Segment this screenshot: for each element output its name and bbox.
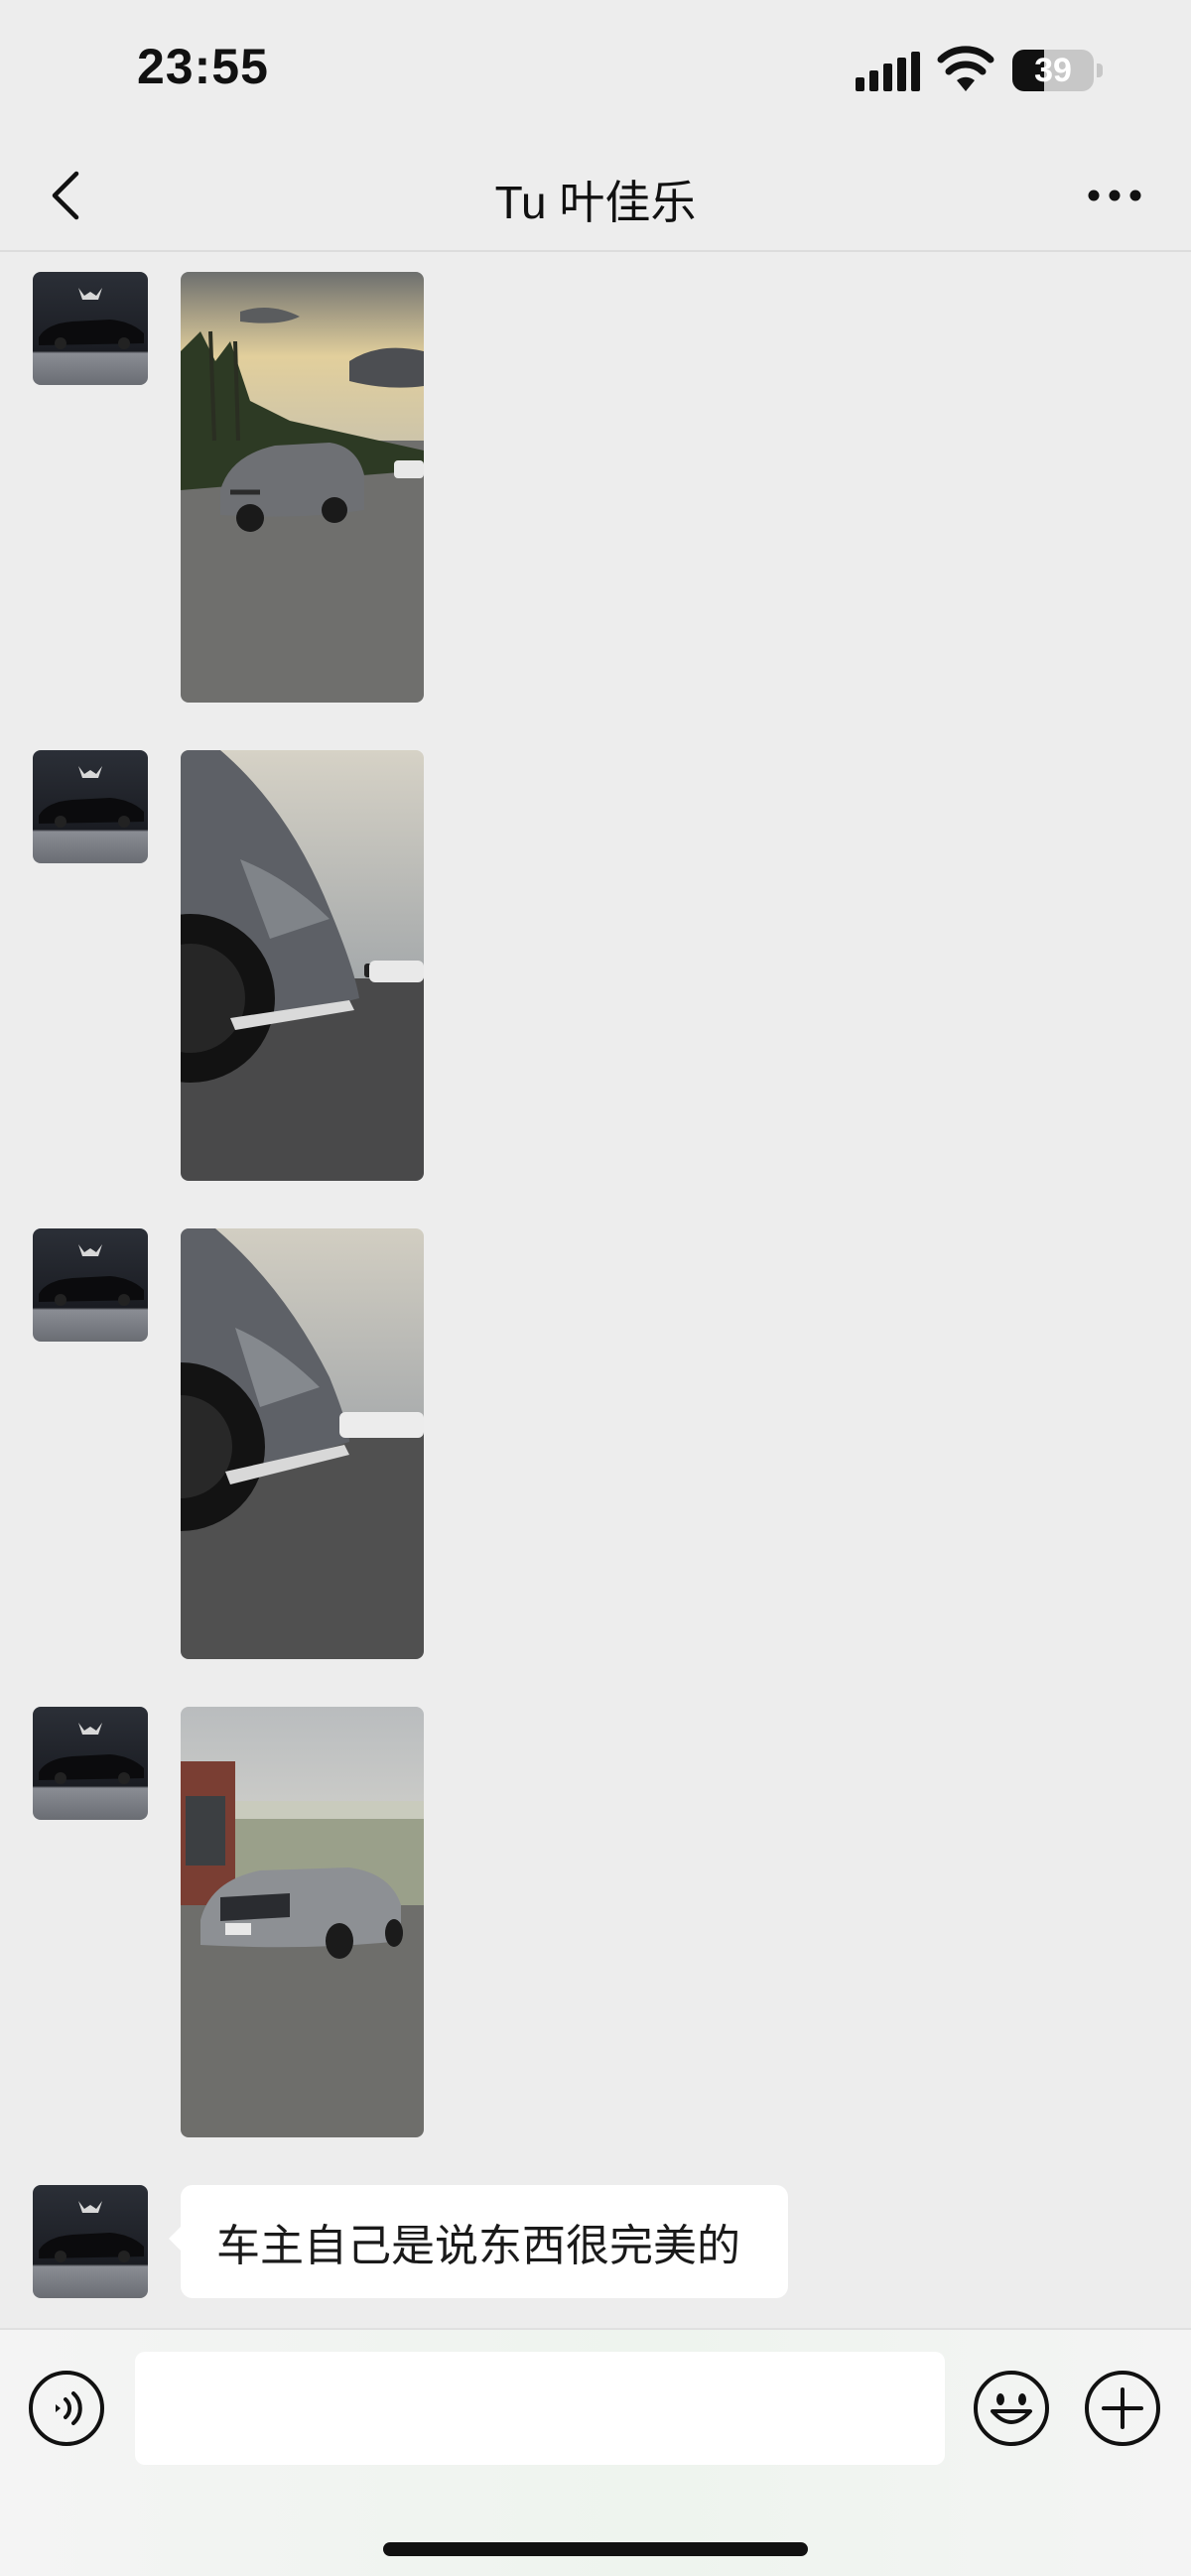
status-time: 23:55 [137,39,269,94]
signal-icon [856,52,920,91]
voice-icon[interactable] [28,2370,105,2447]
more-dots-icon [1088,190,1141,201]
battery-level-text: 39 [1034,52,1072,89]
chat-title: Tu 叶佳乐 [494,177,697,228]
car-photo-image [181,1228,424,1659]
car-avatar-icon [33,750,148,863]
home-indicator[interactable] [383,2542,808,2556]
car-avatar-icon [33,1228,148,1342]
message-list[interactable]: 车主自己是说东西很完美的 [0,254,1191,2328]
chevron-left-icon [52,171,79,220]
message-photo[interactable] [181,750,424,1181]
car-avatar-icon [33,272,148,385]
wifi-icon [937,46,994,91]
car-avatar-icon [33,2185,148,2298]
avatar[interactable] [33,272,148,385]
back-button[interactable] [30,161,99,230]
car-photo-image [181,1707,424,2137]
message-photo[interactable] [181,1707,424,2137]
nav-bar: Tu 叶佳乐 [0,139,1191,252]
message-input[interactable] [135,2352,945,2465]
input-bar [0,2328,1191,2576]
car-avatar-icon [33,1707,148,1820]
message-bubble[interactable]: 车主自己是说东西很完美的 [169,2185,788,2298]
chat-screen: 23:55 39 Tu 叶佳乐 车主自己是说东西很完美的 [0,0,1191,2576]
avatar[interactable] [33,2185,148,2298]
avatar[interactable] [33,1707,148,1820]
car-photo-image [181,750,424,1181]
avatar[interactable] [33,1228,148,1342]
battery-cap [1097,64,1103,77]
plus-icon[interactable] [1084,2370,1161,2447]
battery-icon: 39 [1012,50,1104,91]
emoji-icon[interactable] [973,2370,1050,2447]
message-photo[interactable] [181,1228,424,1659]
car-photo-image [181,272,424,703]
message-photo[interactable] [181,272,424,703]
status-bar: 23:55 39 [0,0,1191,139]
avatar[interactable] [33,750,148,863]
battery-body: 39 [1012,50,1094,91]
more-button[interactable] [1080,161,1149,230]
